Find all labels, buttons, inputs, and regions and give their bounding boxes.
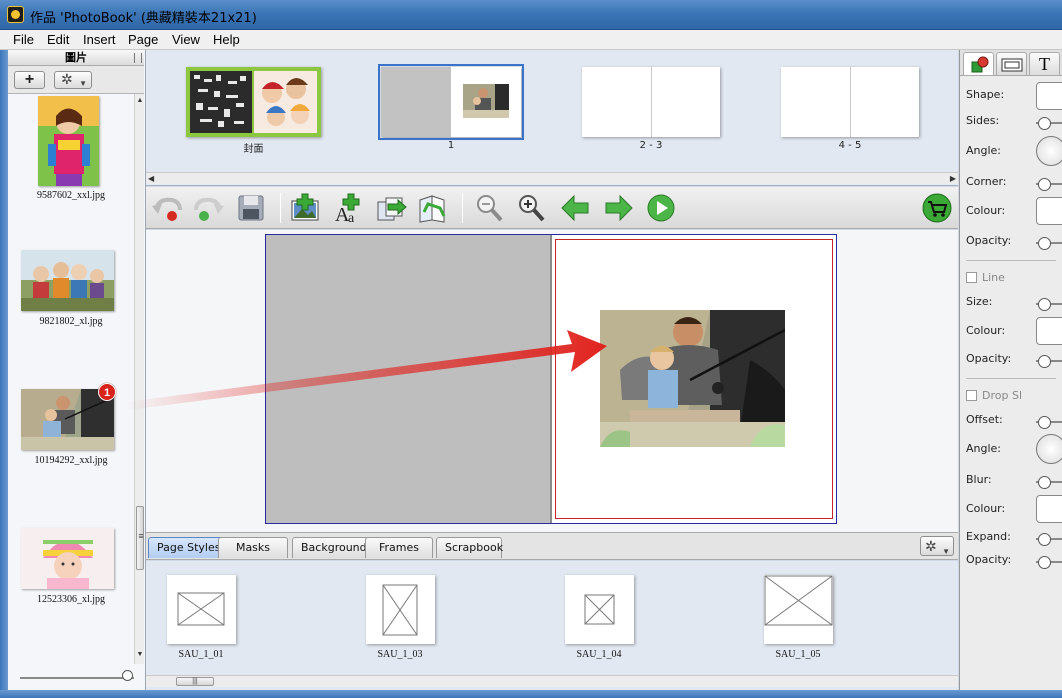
text-icon: T [1039, 54, 1050, 74]
layout-placeholder-icon [584, 594, 615, 625]
shadow-angle-dial[interactable] [1036, 434, 1062, 464]
shadow-offset-label: Offset: [966, 413, 1003, 426]
page-style-item[interactable] [366, 575, 435, 644]
tab-frame-properties[interactable] [996, 52, 1027, 75]
layout-placeholder-icon [764, 575, 833, 626]
shadow-blur-slider[interactable] [1036, 476, 1062, 489]
line-size-slider[interactable] [1036, 298, 1062, 311]
drop-shadow-checkbox-label: Drop Sl [982, 389, 1022, 402]
line-checkbox[interactable] [966, 272, 977, 283]
opacity-label: Opacity: [966, 234, 1012, 247]
corner-slider[interactable] [1036, 178, 1062, 191]
fill-colour-picker[interactable] [1036, 197, 1062, 225]
drag-arrow-icon [126, 330, 607, 410]
window-frame-bottom [0, 690, 1062, 698]
tab-frames[interactable]: Frames [365, 537, 433, 558]
scroll-thumb[interactable]: ||| [176, 677, 214, 686]
shadow-opacity-label: Opacity: [966, 553, 1012, 566]
page-style-label: SAU_1_05 [775, 649, 821, 660]
tab-text-properties[interactable]: T [1029, 52, 1060, 75]
gear-icon: ✲ [925, 538, 937, 554]
line-opacity-label: Opacity: [966, 352, 1012, 365]
page-style-label: SAU_1_01 [178, 649, 224, 660]
angle-dial[interactable] [1036, 136, 1062, 166]
line-colour-picker[interactable] [1036, 317, 1062, 345]
shadow-angle-label: Angle: [966, 442, 1002, 455]
page-style-item[interactable] [565, 575, 634, 644]
layout-placeholder-icon [177, 592, 225, 626]
shadow-colour-label: Colour: [966, 502, 1006, 515]
properties-panel: T Shape: Sides: Angle: Corner: Colour: O… [959, 50, 1062, 690]
styles-settings-button[interactable]: ✲ ▼ [920, 536, 954, 556]
opacity-slider[interactable] [1036, 237, 1062, 250]
page-style-label: SAU_1_03 [377, 649, 423, 660]
tab-shape-properties[interactable] [963, 52, 994, 75]
line-colour-label: Colour: [966, 324, 1006, 337]
line-checkbox-label: Line [982, 271, 1005, 284]
shape-label: Shape: [966, 88, 1005, 101]
angle-label: Angle: [966, 144, 1002, 157]
tab-scrapbook[interactable]: Scrapbook [436, 537, 503, 558]
line-size-label: Size: [966, 295, 993, 308]
frame-icon [1001, 58, 1023, 72]
corner-label: Corner: [966, 175, 1007, 188]
shape-icon [971, 56, 989, 73]
shadow-offset-slider[interactable] [1036, 416, 1062, 429]
properties-tabs: T [960, 50, 1062, 76]
section-divider [966, 378, 1056, 379]
styles-scrollbar[interactable]: ||| [146, 675, 958, 687]
line-opacity-slider[interactable] [1036, 355, 1062, 368]
drop-shadow-checkbox[interactable] [966, 390, 977, 401]
page-style-item[interactable] [764, 575, 833, 644]
styles-tabs-bar: Page Styles Masks Backgrounds Frames Scr… [146, 532, 958, 560]
dropdown-arrow-icon: ▼ [942, 547, 950, 556]
section-divider [966, 260, 1056, 261]
shadow-opacity-slider[interactable] [1036, 556, 1062, 569]
layout-placeholder-icon [382, 584, 418, 636]
page-styles-gallery: SAU_1_01 SAU_1_03 SAU_1_04 SAU_1_05 ||| [146, 561, 958, 690]
tab-masks[interactable]: Masks [218, 537, 288, 558]
shadow-expand-label: Expand: [966, 530, 1011, 543]
shape-picker[interactable] [1036, 82, 1062, 110]
colour-label: Colour: [966, 204, 1006, 217]
sides-label: Sides: [966, 114, 1000, 127]
shadow-colour-picker[interactable] [1036, 495, 1062, 523]
shadow-blur-label: Blur: [966, 473, 992, 486]
sides-slider[interactable] [1036, 117, 1062, 130]
page-style-label: SAU_1_04 [576, 649, 622, 660]
page-style-item[interactable] [167, 575, 236, 644]
shadow-expand-slider[interactable] [1036, 533, 1062, 546]
